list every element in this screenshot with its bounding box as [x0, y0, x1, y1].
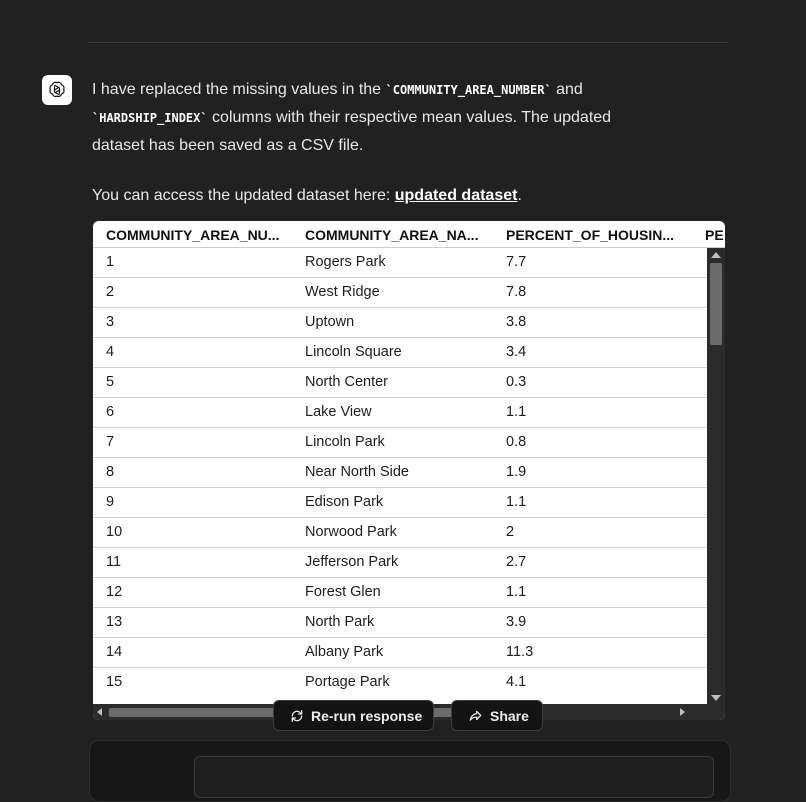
cell-percent-of-housing: 1.1 — [506, 584, 527, 600]
rerun-response-label: Re-run response — [311, 707, 423, 724]
cell-community-area-number: 2 — [106, 284, 115, 300]
cell-community-area-number: 13 — [106, 614, 123, 630]
cell-percent-of-housing: 0.3 — [506, 374, 527, 390]
scroll-right-arrow-icon[interactable] — [680, 708, 685, 716]
cell-community-area-number: 6 — [106, 404, 115, 420]
scroll-left-arrow-icon[interactable] — [97, 708, 102, 716]
table-row: 7 Lincoln Park 0.8 — [93, 428, 707, 458]
refresh-icon — [291, 709, 303, 722]
cell-community-area-name: North Center — [305, 374, 389, 390]
cell-community-area-name: Jefferson Park — [305, 554, 399, 570]
cell-percent-of-housing: 1.1 — [506, 404, 527, 420]
cell-percent-of-housing: 7.8 — [506, 284, 527, 300]
table-row: 9 Edison Park 1.1 — [93, 488, 707, 518]
cell-community-area-number: 15 — [106, 674, 123, 690]
cell-community-area-number: 4 — [106, 344, 115, 360]
table-row: 11 Jefferson Park 2.7 — [93, 548, 707, 578]
cell-percent-of-housing: 2 — [506, 524, 515, 540]
share-arrow-icon — [469, 710, 482, 721]
cell-community-area-name: Lincoln Square — [305, 344, 402, 360]
column-header-community-area-name[interactable]: COMMUNITY_AREA_NA... — [305, 227, 490, 243]
message-paragraph-2: You can access the updated dataset here:… — [92, 187, 522, 204]
table-row: 1 Rogers Park 7.7 — [93, 248, 707, 278]
cell-community-area-name: Forest Glen — [305, 584, 381, 600]
scroll-down-arrow-icon[interactable] — [711, 695, 721, 701]
rerun-response-button[interactable]: Re-run response — [273, 700, 434, 731]
cell-percent-of-housing: 0.8 — [506, 434, 527, 450]
table-row: 5 North Center 0.3 — [93, 368, 707, 398]
assistant-avatar — [42, 75, 72, 105]
vertical-scrollbar[interactable] — [707, 248, 725, 704]
cell-community-area-number: 14 — [106, 644, 123, 660]
cell-community-area-name: Near North Side — [305, 464, 409, 480]
cell-percent-of-housing: 7.7 — [506, 254, 527, 270]
cell-community-area-name: Albany Park — [305, 644, 384, 660]
cell-community-area-name: Norwood Park — [305, 524, 397, 540]
table-header: COMMUNITY_AREA_NU... COMMUNITY_AREA_NA..… — [93, 221, 725, 248]
table-row: 4 Lincoln Square 3.4 — [93, 338, 707, 368]
cell-community-area-number: 1 — [106, 254, 115, 270]
inline-code-community-area-number: `COMMUNITY_AREA_NUMBER` — [385, 83, 552, 97]
cell-community-area-name: Portage Park — [305, 674, 390, 690]
vertical-scroll-thumb[interactable] — [710, 263, 722, 345]
cell-percent-of-housing: 1.1 — [506, 494, 527, 510]
column-header-community-area-number[interactable]: COMMUNITY_AREA_NU... — [106, 227, 291, 243]
cell-percent-of-housing: 4.1 — [506, 674, 527, 690]
cell-community-area-number: 10 — [106, 524, 123, 540]
cell-community-area-name: Uptown — [305, 314, 355, 330]
dataframe-table: COMMUNITY_AREA_NU... COMMUNITY_AREA_NA..… — [93, 221, 725, 720]
table-row: 2 West Ridge 7.8 — [93, 278, 707, 308]
share-label: Share — [490, 707, 529, 724]
message-divider — [88, 42, 728, 43]
cell-community-area-name: Lake View — [305, 404, 372, 420]
cell-percent-of-housing: 3.9 — [506, 614, 527, 630]
table-row: 14 Albany Park 11.3 — [93, 638, 707, 668]
table-row: 12 Forest Glen 1.1 — [93, 578, 707, 608]
column-header-percent-of-housing[interactable]: PERCENT_OF_HOUSIN... — [506, 227, 691, 243]
cell-community-area-number: 11 — [106, 554, 122, 570]
cell-community-area-number: 7 — [106, 434, 115, 450]
cell-percent-of-housing: 3.8 — [506, 314, 527, 330]
scroll-up-arrow-icon[interactable] — [711, 252, 721, 258]
message-paragraph-1: I have replaced the missing values in th… — [92, 81, 612, 154]
cell-community-area-name: West Ridge — [305, 284, 380, 300]
table-row: 13 North Park 3.9 — [93, 608, 707, 638]
scrollbar-corner — [707, 704, 725, 720]
cell-community-area-number: 8 — [106, 464, 115, 480]
cell-community-area-number: 3 — [106, 314, 115, 330]
cell-community-area-number: 12 — [106, 584, 123, 600]
updated-dataset-link[interactable]: updated dataset — [395, 187, 518, 204]
cell-community-area-number: 9 — [106, 494, 115, 510]
column-header-truncated[interactable]: PE — [705, 227, 725, 243]
table-row: 15 Portage Park 4.1 — [93, 668, 707, 693]
cell-community-area-name: Edison Park — [305, 494, 384, 510]
assistant-message: I have replaced the missing values in th… — [92, 76, 652, 209]
table-body: 1 Rogers Park 7.7 2 West Ridge 7.8 3 Uptown 3.8 4… — [93, 248, 707, 693]
table-row: 6 Lake View 1.1 — [93, 398, 707, 428]
share-button[interactable]: Share — [451, 700, 543, 731]
cell-community-area-name: Rogers Park — [305, 254, 386, 270]
table-row: 10 Norwood Park 2 — [93, 518, 707, 548]
cell-community-area-number: 5 — [106, 374, 115, 390]
table-row: 8 Near North Side 1.9 — [93, 458, 707, 488]
table-row: 3 Uptown 3.8 — [93, 308, 707, 338]
cell-percent-of-housing: 11.3 — [506, 644, 534, 660]
openai-logo-icon — [49, 81, 65, 98]
inline-code-hardship-index: `HARDSHIP_INDEX` — [92, 111, 208, 125]
cell-community-area-name: North Park — [305, 614, 375, 630]
cell-percent-of-housing: 2.7 — [506, 554, 527, 570]
composer-input[interactable] — [194, 756, 714, 798]
cell-community-area-name: Lincoln Park — [305, 434, 385, 450]
cell-percent-of-housing: 1.9 — [506, 464, 527, 480]
cell-percent-of-housing: 3.4 — [506, 344, 527, 360]
